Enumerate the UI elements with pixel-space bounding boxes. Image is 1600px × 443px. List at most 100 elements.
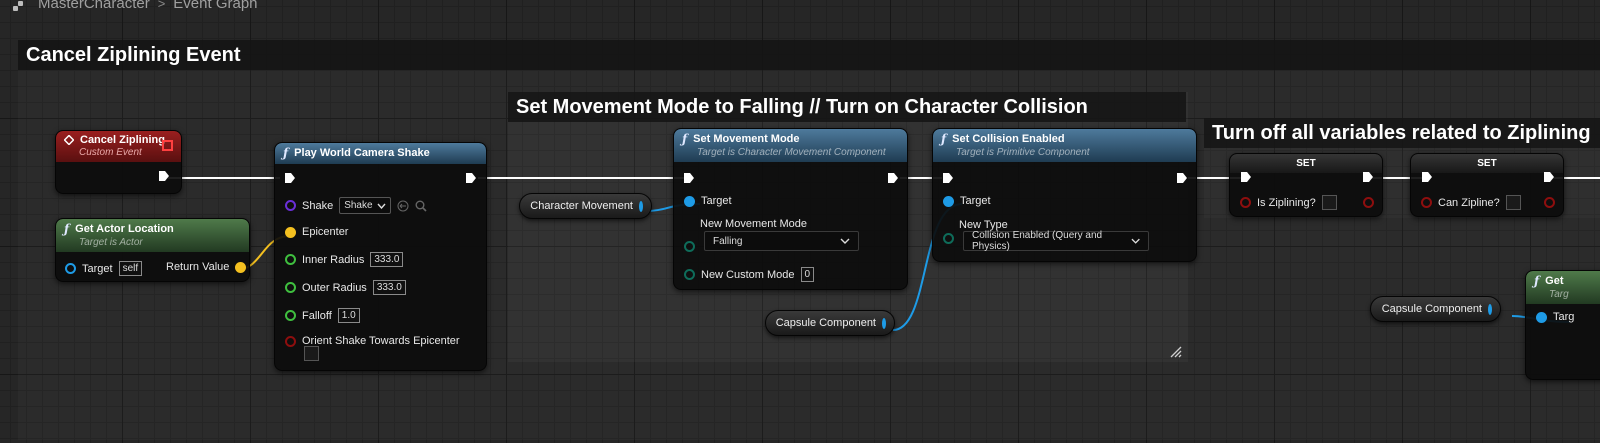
- function-icon: ƒ: [941, 132, 947, 146]
- pin-label: Orient Shake Towards Epicenter: [302, 335, 460, 347]
- collision-type-select[interactable]: Collision Enabled (Query and Physics): [963, 230, 1149, 252]
- target-value[interactable]: self: [118, 261, 143, 276]
- node-title: SET: [1477, 158, 1497, 169]
- var-capsule-component[interactable]: Capsule Component: [765, 310, 895, 336]
- exec-pin-icon[interactable]: [1543, 171, 1555, 183]
- node-title: Get: [1545, 275, 1564, 287]
- node-get-partial[interactable]: ƒ Get Targ Targ: [1525, 270, 1600, 380]
- orient-shake-pin[interactable]: [285, 335, 296, 347]
- breadcrumb: MasterCharacter > Event Graph: [12, 0, 258, 12]
- bool-output-pin[interactable]: [1544, 197, 1555, 208]
- node-title: SET: [1296, 158, 1316, 169]
- can-zipline-checkbox[interactable]: [1505, 195, 1521, 210]
- dropdown-chevron-icon: [840, 238, 850, 244]
- event-diamond-icon: [64, 135, 74, 145]
- movement-mode-pin[interactable]: [684, 241, 695, 252]
- node-set-collision-enabled[interactable]: ƒ Set Collision Enabled Target is Primiti…: [932, 128, 1197, 262]
- custom-mode-input[interactable]: 0: [800, 267, 815, 282]
- node-cancel-ziplining[interactable]: Cancel Ziplining Custom Event: [55, 130, 182, 194]
- outer-radius-input[interactable]: 333.0: [372, 280, 406, 295]
- node-title: Cancel Ziplining: [80, 134, 165, 146]
- exec-pin-icon[interactable]: [158, 170, 170, 182]
- pin-label: Return Value: [166, 261, 230, 273]
- breadcrumb-root[interactable]: MasterCharacter: [38, 0, 150, 12]
- pin-label: Is Ziplining?: [1257, 196, 1316, 209]
- var-label: Capsule Component: [1381, 303, 1482, 315]
- reset-icon[interactable]: [397, 200, 409, 212]
- movement-mode-select[interactable]: Falling: [704, 231, 859, 251]
- node-title: Set Movement Mode: [693, 133, 800, 145]
- node-title: Play World Camera Shake: [294, 147, 430, 159]
- resize-grip-icon[interactable]: [1170, 346, 1182, 358]
- dropdown-chevron-icon: [1131, 238, 1140, 244]
- search-icon[interactable]: [415, 200, 427, 212]
- bool-output-pin[interactable]: [1363, 197, 1374, 208]
- pin-label: Outer Radius: [302, 281, 367, 294]
- inner-radius-input[interactable]: 333.0: [370, 252, 404, 267]
- target-pin[interactable]: [943, 195, 954, 207]
- shake-pin[interactable]: [285, 200, 296, 211]
- exec-pin-icon[interactable]: [1240, 171, 1252, 183]
- comment-title: Turn off all variables related to Ziplin…: [1204, 118, 1600, 148]
- target-pin[interactable]: [1536, 311, 1547, 323]
- node-set-can-zipline[interactable]: SET Can Zipline?: [1410, 153, 1564, 217]
- delegate-pin[interactable]: [162, 140, 173, 151]
- node-subtitle: Target is Character Movement Component: [697, 147, 886, 158]
- exec-pin-icon[interactable]: [887, 172, 899, 184]
- falloff-input[interactable]: 1.0: [337, 308, 360, 323]
- node-set-is-ziplining[interactable]: SET Is Ziplining?: [1229, 153, 1383, 217]
- falloff-pin[interactable]: [285, 310, 296, 321]
- node-title: Set Collision Enabled: [952, 133, 1065, 145]
- node-set-movement-mode[interactable]: ƒ Set Movement Mode Target is Character M…: [673, 128, 908, 290]
- pin-label: Target: [701, 195, 732, 207]
- new-type-pin[interactable]: [943, 233, 954, 244]
- outer-radius-pin[interactable]: [285, 282, 296, 293]
- inner-radius-pin[interactable]: [285, 254, 296, 265]
- pin-label: Can Zipline?: [1438, 196, 1500, 209]
- capsule-component-pin[interactable]: [882, 317, 886, 329]
- node-get-actor-location[interactable]: ƒ Get Actor Location Target is Actor Targ…: [55, 218, 250, 282]
- node-subtitle: Targ: [1549, 289, 1569, 300]
- shake-class-select[interactable]: Shake: [339, 197, 391, 214]
- exec-pin-icon[interactable]: [1421, 171, 1433, 183]
- pin-label: New Movement Mode: [700, 218, 807, 230]
- target-pin[interactable]: [684, 195, 695, 207]
- var-label: Character Movement: [530, 200, 633, 212]
- node-subtitle: Target is Primitive Component: [956, 147, 1090, 158]
- exec-pin-icon[interactable]: [1362, 171, 1374, 183]
- character-movement-pin[interactable]: [639, 200, 643, 212]
- pin-label: Target: [82, 262, 113, 275]
- target-pin[interactable]: [65, 263, 76, 274]
- bool-pin[interactable]: [1421, 197, 1432, 208]
- bool-pin[interactable]: [1240, 197, 1251, 208]
- epicenter-pin[interactable]: [285, 226, 296, 238]
- var-character-movement[interactable]: Character Movement: [519, 193, 652, 219]
- pin-label: Inner Radius: [302, 253, 365, 266]
- exec-pin-icon[interactable]: [683, 172, 695, 184]
- exec-pin-icon[interactable]: [284, 172, 296, 184]
- exec-pin-icon[interactable]: [942, 172, 954, 184]
- node-play-world-camera-shake[interactable]: ƒ Play World Camera Shake Shake Shake Epi…: [274, 142, 487, 371]
- is-ziplining-checkbox[interactable]: [1321, 195, 1337, 210]
- breadcrumb-current[interactable]: Event Graph: [173, 0, 257, 12]
- capsule-component-pin[interactable]: [1488, 303, 1492, 315]
- node-subtitle: Target is Actor: [79, 237, 143, 248]
- function-icon: ƒ: [1534, 274, 1540, 288]
- pin-label: Shake: [302, 199, 334, 212]
- pin-label: Epicenter: [302, 226, 349, 238]
- pin-label: Target: [960, 195, 991, 207]
- exec-pin-icon[interactable]: [465, 172, 477, 184]
- graph-icon: [12, 0, 30, 12]
- function-icon: ƒ: [682, 132, 688, 146]
- var-capsule-component-2[interactable]: Capsule Component: [1370, 296, 1501, 322]
- exec-pin-icon[interactable]: [1176, 172, 1188, 184]
- node-title: Get Actor Location: [75, 223, 174, 235]
- comment-title: Set Movement Mode to Falling // Turn on …: [508, 92, 1186, 122]
- return-value-pin[interactable]: [235, 261, 247, 273]
- breadcrumb-separator: >: [157, 0, 166, 11]
- node-subtitle: Custom Event: [79, 147, 142, 158]
- var-label: Capsule Component: [775, 317, 876, 329]
- pin-label: Targ: [1553, 311, 1575, 323]
- custom-mode-pin[interactable]: [684, 269, 695, 280]
- orient-shake-checkbox[interactable]: [304, 346, 319, 361]
